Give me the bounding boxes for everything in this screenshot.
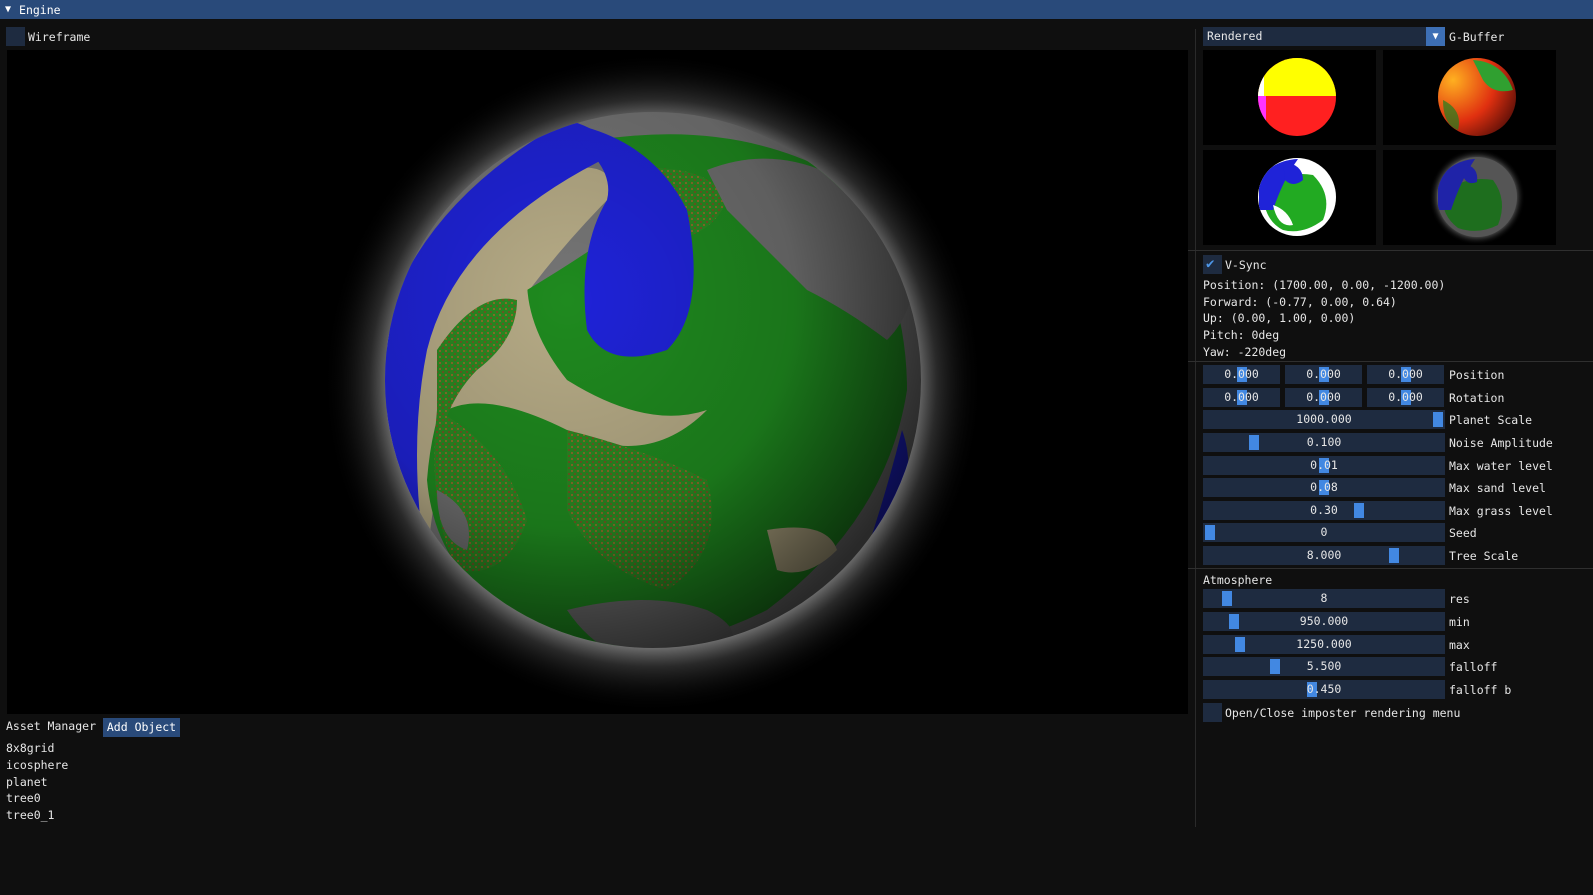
slider-grab[interactable] (1433, 412, 1443, 427)
position-label: Position (1449, 368, 1505, 382)
imposter-menu-label: Open/Close imposter rendering menu (1225, 706, 1461, 720)
chevron-down-icon[interactable]: ▼ (1426, 27, 1445, 46)
atmosphere-res-label: res (1449, 592, 1470, 606)
asset-item[interactable]: icosphere (6, 758, 68, 772)
slider-grab[interactable] (1319, 458, 1329, 473)
separator (1188, 361, 1593, 362)
max-sand-level-slider[interactable]: 0.08 (1203, 478, 1445, 497)
slider-grab[interactable] (1319, 480, 1329, 495)
camera-up-text: Up: (0.00, 1.00, 0.00) (1203, 311, 1356, 325)
seed-value: 0 (1320, 525, 1328, 539)
gbuffer-normal-thumbnail (1203, 50, 1376, 145)
asset-item[interactable]: tree0 (6, 791, 41, 805)
collapse-arrow-icon[interactable]: ▼ (5, 4, 11, 15)
atmosphere-min-value: 950.000 (1299, 614, 1349, 628)
seed-label: Seed (1449, 526, 1477, 540)
atmosphere-falloff-b-value: 0.450 (1306, 682, 1342, 696)
gbuffer-position-thumbnail (1383, 50, 1556, 145)
render-mode-combo[interactable]: Rendered ▼ (1203, 27, 1445, 46)
max-grass-level-label: Max grass level (1449, 504, 1553, 518)
imposter-menu-checkbox[interactable] (1203, 703, 1222, 722)
vsync-label: V-Sync (1225, 258, 1267, 272)
planet-scale-slider[interactable]: 1000.000 (1203, 410, 1445, 429)
atmosphere-min-slider[interactable]: 950.000 (1203, 612, 1445, 631)
atmosphere-falloff-b-label: falloff b (1449, 683, 1512, 697)
window-title: Engine (19, 2, 61, 17)
gbuffer-label: G-Buffer (1449, 30, 1505, 44)
asset-item[interactable]: planet (6, 775, 48, 789)
tree-scale-label: Tree Scale (1449, 549, 1519, 563)
separator (1188, 250, 1593, 251)
noise-amplitude-label: Noise Amplitude (1449, 436, 1553, 450)
atmosphere-max-label: max (1449, 638, 1470, 652)
slider-grab[interactable] (1354, 503, 1364, 518)
slider-grab[interactable] (1222, 591, 1232, 606)
seed-slider[interactable]: 0 (1203, 523, 1445, 542)
slider-grab[interactable] (1237, 367, 1247, 382)
add-object-button[interactable]: Add Object (103, 718, 180, 737)
planet-scale-label: Planet Scale (1449, 413, 1533, 427)
max-water-level-slider[interactable]: 0.01 (1203, 456, 1445, 475)
slider-grab[interactable] (1270, 659, 1280, 674)
slider-grab[interactable] (1401, 367, 1411, 382)
asset-manager-title: Asset Manager (6, 719, 97, 733)
wireframe-label: Wireframe (28, 30, 91, 44)
max-sand-level-label: Max sand level (1449, 481, 1546, 495)
panel-splitter[interactable] (1195, 29, 1196, 827)
camera-forward-text: Forward: (-0.77, 0.00, 0.64) (1203, 295, 1397, 309)
atmosphere-max-slider[interactable]: 1250.000 (1203, 635, 1445, 654)
checkmark-icon: ✔ (1206, 256, 1215, 272)
tree-scale-slider[interactable]: 8.000 (1203, 546, 1445, 565)
max-water-level-label: Max water level (1449, 459, 1553, 473)
position-x-field[interactable]: 0.000 (1203, 365, 1280, 384)
slider-grab[interactable] (1237, 390, 1247, 405)
position-y-field[interactable]: 0.000 (1285, 365, 1362, 384)
slider-grab[interactable] (1235, 637, 1245, 652)
rotation-z-field[interactable]: 0.000 (1367, 388, 1444, 407)
tree-scale-value: 8.000 (1306, 548, 1342, 562)
gbuffer-final-thumbnail (1383, 150, 1556, 245)
atmosphere-min-label: min (1449, 615, 1470, 629)
noise-amplitude-slider[interactable]: 0.100 (1203, 433, 1445, 452)
slider-grab[interactable] (1229, 614, 1239, 629)
slider-grab[interactable] (1319, 390, 1329, 405)
camera-pitch-text: Pitch: 0deg (1203, 328, 1280, 342)
asset-item[interactable]: 8x8grid (6, 741, 54, 755)
atmosphere-falloff-label: falloff (1449, 660, 1498, 674)
atmosphere-falloff-value: 5.500 (1306, 659, 1342, 673)
rotation-x-field[interactable]: 0.000 (1203, 388, 1280, 407)
slider-grab[interactable] (1205, 525, 1215, 540)
max-grass-level-value: 0.30 (1310, 503, 1338, 517)
position-z-field[interactable]: 0.000 (1367, 365, 1444, 384)
atmosphere-res-slider[interactable]: 8 (1203, 589, 1445, 608)
wireframe-checkbox[interactable] (6, 27, 25, 46)
slider-grab[interactable] (1307, 682, 1317, 697)
rotation-y-field[interactable]: 0.000 (1285, 388, 1362, 407)
rotation-label: Rotation (1449, 391, 1505, 405)
separator (1188, 568, 1593, 569)
window-title-bar[interactable]: ▼ Engine (0, 0, 1593, 19)
atmosphere-falloff-b-slider[interactable]: 0.450 (1203, 680, 1445, 699)
slider-grab[interactable] (1319, 367, 1329, 382)
asset-item[interactable]: tree0_1 (6, 808, 54, 822)
camera-yaw-text: Yaw: -220deg (1203, 345, 1287, 359)
vsync-checkbox[interactable]: ✔ (1203, 255, 1222, 274)
gbuffer-albedo-thumbnail (1203, 150, 1376, 245)
camera-position-text: Position: (1700.00, 0.00, -1200.00) (1203, 278, 1446, 292)
render-mode-value: Rendered (1207, 29, 1263, 43)
atmosphere-falloff-slider[interactable]: 5.500 (1203, 657, 1445, 676)
slider-grab[interactable] (1249, 435, 1259, 450)
planet-scale-value: 1000.000 (1296, 412, 1352, 426)
slider-grab[interactable] (1389, 548, 1399, 563)
slider-grab[interactable] (1401, 390, 1411, 405)
atmosphere-res-value: 8 (1320, 591, 1328, 605)
max-grass-level-slider[interactable]: 0.30 (1203, 501, 1445, 520)
scene-viewport[interactable] (7, 50, 1188, 714)
atmosphere-header: Atmosphere (1203, 573, 1273, 587)
noise-amplitude-value: 0.100 (1306, 435, 1342, 449)
